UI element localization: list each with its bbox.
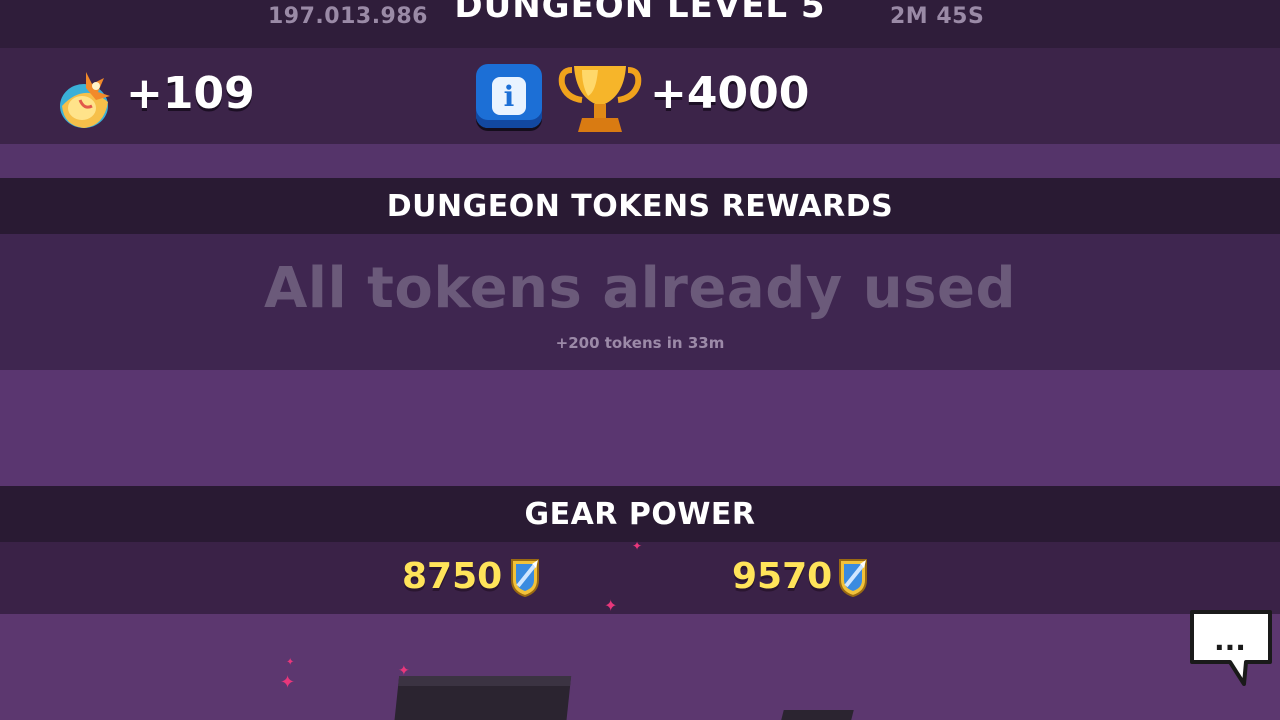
tokens-rewards-panel: All tokens already used +200 tokens in 3… [0, 234, 1280, 370]
sparkle-icon: ✦ [604, 596, 618, 615]
sparkle-icon: ✦ [280, 672, 296, 693]
stone-block [776, 710, 854, 720]
player-gear-power: 8750 [402, 556, 503, 597]
dungeon-level-title: DUNGEON LEVEL 5 [454, 0, 826, 26]
time-remaining: 2M 45S [890, 4, 985, 29]
divider-strip [0, 144, 1280, 178]
egg-icon [60, 72, 110, 128]
trophy-icon [558, 66, 642, 132]
opponent-gear-power: 9570 [732, 556, 833, 597]
game-screen: 197.013.986 DUNGEON LEVEL 5 2M 45S +109 … [0, 0, 1280, 720]
tokens-used-message: All tokens already used [263, 256, 1017, 321]
empty-panel [0, 370, 1280, 486]
rewards-row: +109 i +4000 [0, 48, 1280, 144]
sparkle-icon: ✦ [286, 657, 295, 668]
tokens-refill-timer: +200 tokens in 33m [555, 334, 725, 352]
gear-power-icon [839, 559, 867, 598]
sparkle-icon: ✦ [632, 539, 643, 553]
tokens-rewards-header: DUNGEON TOKENS REWARDS [0, 178, 1280, 234]
chat-bubble-icon: ... [1214, 624, 1246, 657]
play-area: ✦ ✦ ✦ [0, 614, 1280, 720]
gear-power-header: GEAR POWER [0, 486, 1280, 542]
stone-block [392, 676, 572, 720]
trophy-reward-value: +4000 [650, 68, 810, 119]
gear-power-icon [511, 559, 539, 598]
sparkle-icon: ✦ [398, 663, 410, 679]
info-button[interactable]: i [476, 64, 542, 128]
top-header-strip: 197.013.986 DUNGEON LEVEL 5 2M 45S [0, 0, 1280, 48]
egg-reward-value: +109 [126, 68, 255, 119]
info-icon: i [492, 77, 526, 115]
chat-button[interactable]: ... [1186, 606, 1276, 690]
